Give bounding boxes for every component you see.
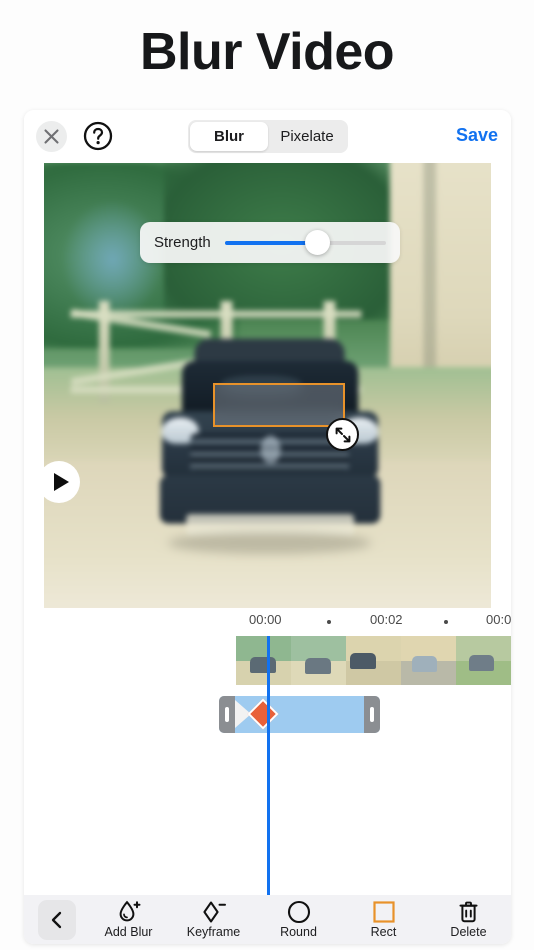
tool-label: Add Blur [104,924,153,939]
filmstrip-thumbnail[interactable] [401,636,456,685]
bottom-toolbar: Add Blur Keyframe Round Rect Delete [24,895,511,944]
blur-region-rect[interactable] [213,383,345,427]
strength-label: Strength [154,234,211,251]
segment-pixelate[interactable]: Pixelate [268,122,346,151]
editor-card: Blur Pixelate Save Strength 00:00 00:02 … [24,110,511,944]
ruler-time-label: 00:04 [486,612,511,627]
tool-delete[interactable]: Delete [426,895,511,944]
tool-label: Delete [450,924,487,939]
strength-panel: Strength [140,222,400,263]
page-title: Blur Video [139,23,395,81]
filmstrip[interactable] [236,636,511,685]
clip-trim-handle-right[interactable] [364,696,380,733]
close-icon [44,129,59,144]
save-button[interactable]: Save [456,125,498,146]
ruler-time-label: 00:00 [249,612,282,627]
strength-slider-thumb[interactable] [304,230,330,255]
tool-rect[interactable]: Rect [341,895,426,944]
chevron-left-icon [51,911,62,929]
trash-icon [457,901,480,923]
grip-icon [370,707,374,722]
clip-bar[interactable] [219,696,380,733]
timeline-ruler: 00:00 00:02 00:04 [24,612,511,634]
square-icon [372,900,395,923]
filmstrip-thumbnail[interactable] [291,636,346,685]
app-screen: Blur Video Blur Pixelate Save Strength 0… [0,0,534,950]
tool-add-blur[interactable]: Add Blur [86,895,171,944]
ruler-tick-dot [444,620,448,624]
diamond-minus-icon [201,901,227,923]
tool-round[interactable]: Round [256,895,341,944]
mode-segmented-control[interactable]: Blur Pixelate [188,120,348,153]
strength-slider[interactable] [224,230,386,255]
clip-body[interactable] [235,696,364,733]
tool-label: Keyframe [186,924,241,939]
filmstrip-thumbnail[interactable] [236,636,291,685]
clip-trim-handle-left[interactable] [219,696,235,733]
ruler-time-label: 00:02 [370,612,403,627]
play-button[interactable] [38,461,80,503]
droplet-plus-icon [116,900,142,923]
filmstrip-thumbnail[interactable] [456,636,511,685]
segment-blur[interactable]: Blur [190,122,268,151]
tool-label: Rect [370,924,397,939]
resize-diagonal-icon [335,427,350,442]
resize-handle[interactable] [326,418,359,451]
play-icon [53,473,69,491]
back-button[interactable] [38,900,76,940]
keyframe-marker[interactable] [247,698,279,730]
circle-icon [287,900,311,923]
timeline-panel[interactable]: 00:00 00:02 00:04 [24,608,511,944]
help-icon [83,121,113,151]
top-toolbar: Blur Pixelate Save [24,110,511,163]
grip-icon [225,707,229,722]
tool-label: Round [280,924,317,939]
ruler-tick-dot [327,620,331,624]
strength-slider-fill [224,240,317,245]
filmstrip-thumbnail[interactable] [346,636,401,685]
tool-keyframe[interactable]: Keyframe [171,895,256,944]
close-button[interactable] [36,121,67,152]
help-button[interactable] [82,120,114,152]
tool-list: Add Blur Keyframe Round Rect Delete [86,895,511,944]
